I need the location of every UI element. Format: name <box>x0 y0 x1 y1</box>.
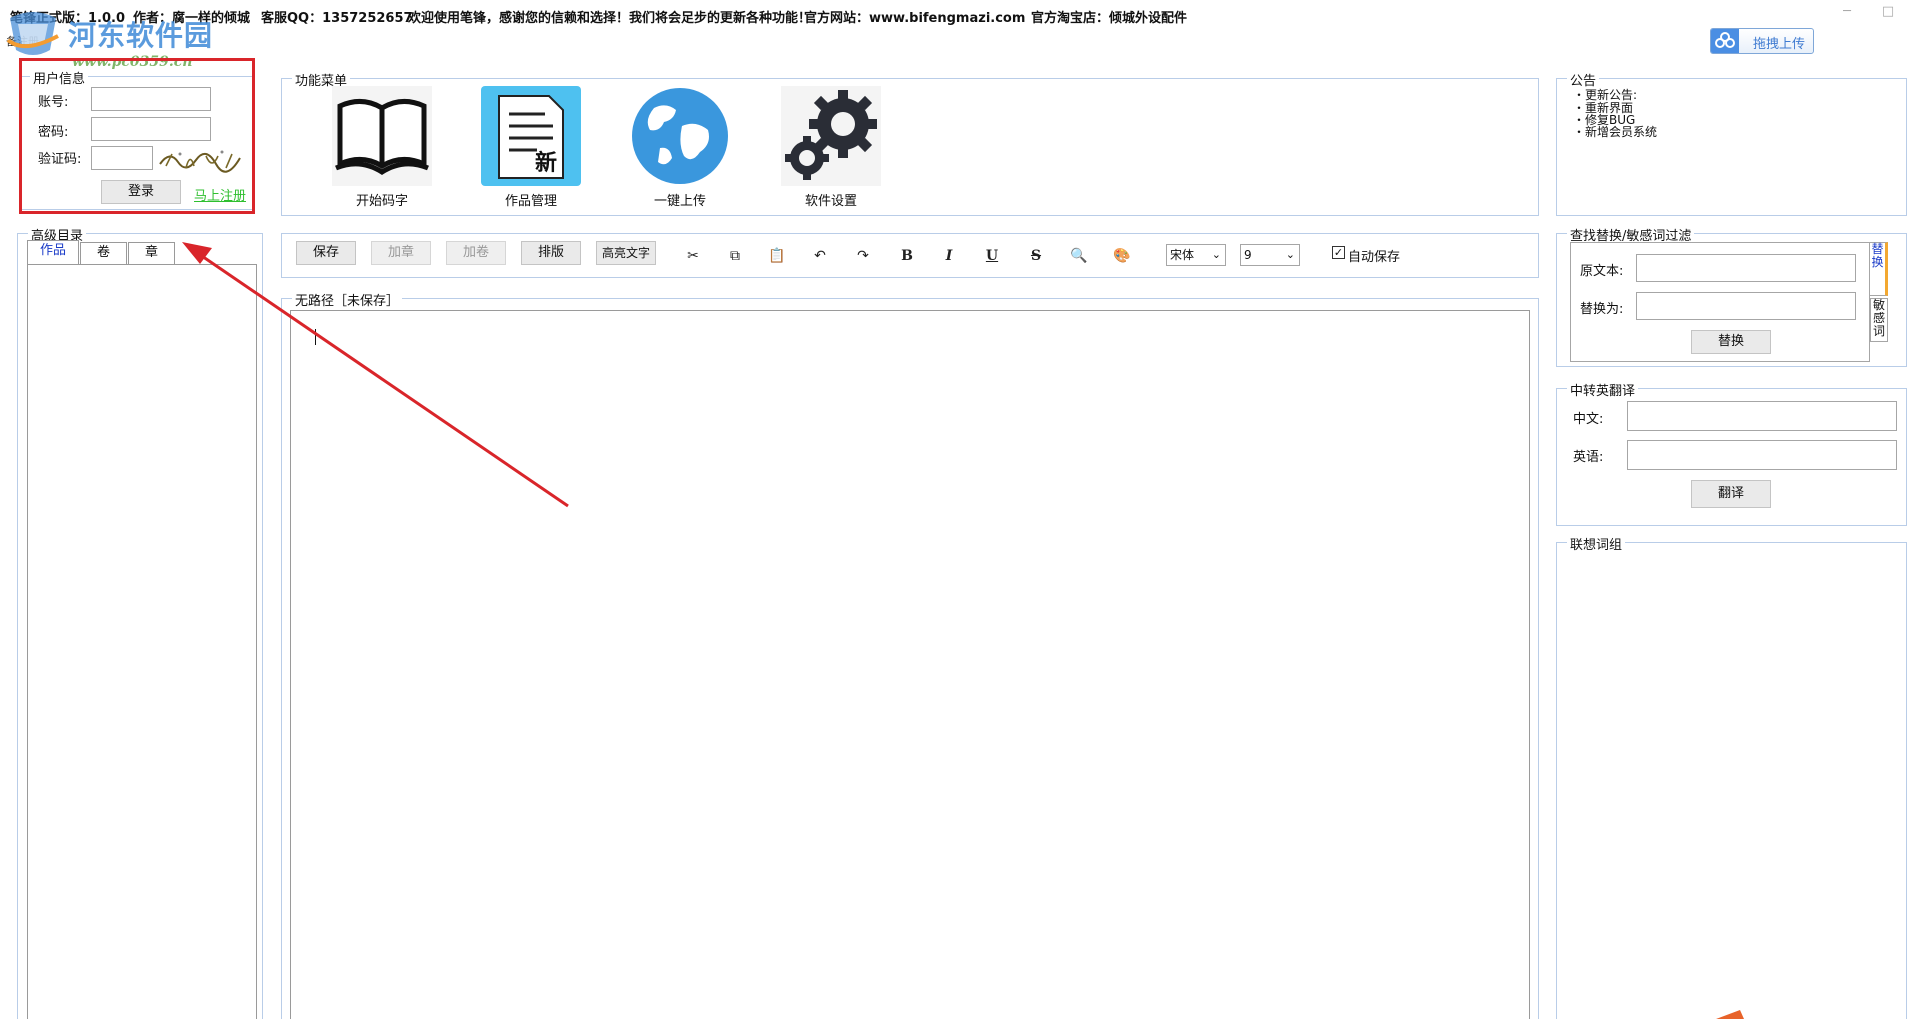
app-window: 笔锋正式版：1.0.0 作者：腐一样的倾城 客服QQ：1357252657 欢迎… <box>0 0 1919 1019</box>
annotation-arrow <box>182 242 1744 1019</box>
